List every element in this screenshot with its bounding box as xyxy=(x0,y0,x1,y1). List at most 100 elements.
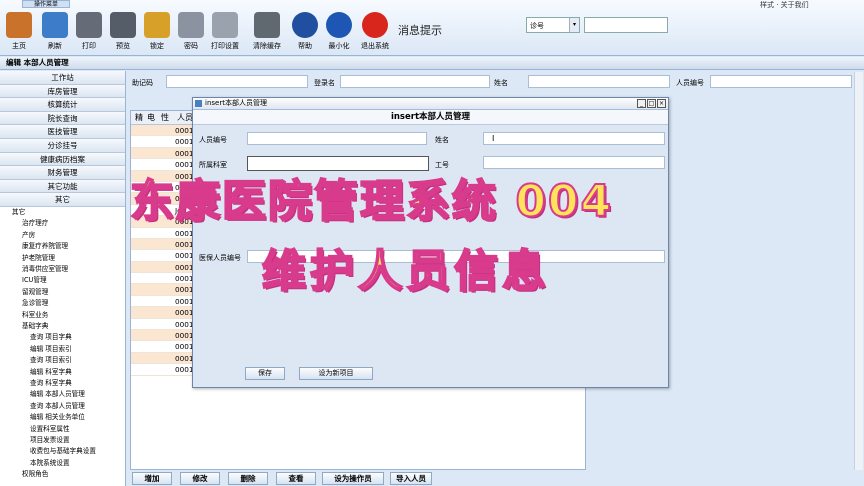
sidebar-nav-item[interactable]: 库房管理 xyxy=(0,84,125,99)
tree-item[interactable]: 护老院管理 xyxy=(12,253,125,264)
tree-item[interactable]: 科室业务 xyxy=(12,310,125,321)
action-button[interactable]: 导入人员 xyxy=(390,472,432,485)
tree-item[interactable]: 编辑 相关业务单位 xyxy=(12,412,125,423)
search-type-select[interactable]: 诊号 ▾ xyxy=(526,17,580,33)
mnemonic-input[interactable] xyxy=(166,75,308,88)
sidebar-nav-item[interactable]: 工作站 xyxy=(0,71,125,85)
dialog-caption-text: insert本部人员管理 xyxy=(205,99,267,107)
printer-icon xyxy=(76,12,102,38)
toolbar-button-label: 清除缓存 xyxy=(253,42,281,50)
tree-item[interactable]: 收费包与基础字典设置 xyxy=(12,446,125,457)
tree-item[interactable]: 康复疗养院管理 xyxy=(12,241,125,252)
staff-no-input[interactable] xyxy=(710,75,852,88)
sidebar-nav-item[interactable]: 其它 xyxy=(0,193,125,207)
tree-item[interactable]: 查询 本部人员管理 xyxy=(12,401,125,412)
insurance-no-label: 医保人员编号 xyxy=(199,254,241,262)
app-icon xyxy=(195,100,202,107)
sidebar-nav-item[interactable]: 医技管理 xyxy=(0,125,125,139)
sidebar-nav-item[interactable]: 健康病历档案 xyxy=(0,152,125,167)
table-cell: 0001 xyxy=(175,137,194,147)
tree-item[interactable]: 编辑 项目索引 xyxy=(12,344,125,355)
message-hint[interactable]: 消息提示 xyxy=(398,22,442,38)
maximize-icon[interactable]: □ xyxy=(647,99,656,108)
tree-item[interactable]: ICU管理 xyxy=(12,275,125,286)
watermark-title: 东康医院管理系统 004 xyxy=(129,175,614,228)
close-icon[interactable]: × xyxy=(657,99,666,108)
table-cell: 0001 xyxy=(175,296,194,306)
menu-tab[interactable]: 操作菜单 xyxy=(22,0,70,8)
name-label: 姓名 xyxy=(494,79,508,87)
action-bar: 增加 修改 删除 查看 设为操作员 导入人员 xyxy=(128,471,864,486)
tree-item[interactable]: 查询 项目索引 xyxy=(12,355,125,366)
toolbar-button-8[interactable]: 帮助 xyxy=(288,10,322,54)
table-cell: 0001 xyxy=(175,126,194,135)
tree-item[interactable]: 设置科室属性 xyxy=(12,424,125,435)
tree-item[interactable]: 基础字典 xyxy=(12,321,125,332)
tree-item[interactable]: 本院系统设置 xyxy=(12,458,125,469)
action-button[interactable]: 修改 xyxy=(180,472,220,485)
name-input[interactable] xyxy=(528,75,670,88)
column-header[interactable]: 性 xyxy=(161,111,169,124)
table-cell: 0001 xyxy=(175,239,194,249)
column-header[interactable]: 人员 xyxy=(177,111,193,124)
tree-item[interactable]: 其它 xyxy=(12,207,125,218)
toolbar-button-0[interactable]: 主页 xyxy=(2,10,36,54)
sidebar-nav-item[interactable]: 财务管理 xyxy=(0,166,125,180)
tree-item[interactable]: 权限角色 xyxy=(12,469,125,480)
staff-no-label: 人员编号 xyxy=(676,79,704,87)
refresh-icon xyxy=(42,12,68,38)
tree-item[interactable]: 急诊管理 xyxy=(12,298,125,309)
toolbar-button-label: 主页 xyxy=(12,42,26,50)
job-no-field[interactable] xyxy=(483,156,665,169)
tree-item[interactable]: 消毒供应室管理 xyxy=(12,264,125,275)
tree-item[interactable]: 项目发票设置 xyxy=(12,435,125,446)
action-button[interactable]: 设为操作员 xyxy=(322,472,384,485)
column-header[interactable]: 精 xyxy=(135,111,143,124)
toolbar-button-label: 打印 xyxy=(82,42,96,50)
watermark-subtitle: 维护人员信息 xyxy=(261,245,550,298)
toolbar-button-3[interactable]: 预览 xyxy=(106,10,140,54)
name-label: 姓名 xyxy=(435,136,449,144)
key-icon xyxy=(178,12,204,38)
chevron-down-icon[interactable]: ▾ xyxy=(569,18,579,32)
window-title: 编辑 本部人员管理 xyxy=(0,57,864,70)
sidebar-nav-item[interactable]: 分诊挂号 xyxy=(0,138,125,153)
toolbar-button-4[interactable]: 锁定 xyxy=(140,10,174,54)
tree-item[interactable]: 治疗理疗 xyxy=(12,218,125,229)
action-button[interactable]: 增加 xyxy=(132,472,172,485)
tree-item[interactable]: 产房 xyxy=(12,230,125,241)
toolbar-button-1[interactable]: 刷新 xyxy=(38,10,72,54)
toolbar-button-6[interactable]: 打印设置 xyxy=(208,10,242,54)
toolbar-button-label: 退出系统 xyxy=(361,42,389,50)
column-header[interactable]: 电 xyxy=(147,111,155,124)
dept-field[interactable] xyxy=(247,156,429,171)
save-button[interactable]: 保存 xyxy=(245,367,285,380)
toolbar-button-9[interactable]: 最小化 xyxy=(322,10,356,54)
staff-no-field[interactable] xyxy=(247,132,427,145)
window-title-text: 编辑 本部人员管理 xyxy=(6,58,69,67)
toolbar-button-label: 预览 xyxy=(116,42,130,50)
toolbar-button-2[interactable]: 打印 xyxy=(72,10,106,54)
search-input[interactable] xyxy=(584,17,668,33)
name-field[interactable]: I xyxy=(483,132,665,145)
tree-item[interactable]: 编辑 本部人员管理 xyxy=(12,389,125,400)
vertical-scrollbar[interactable] xyxy=(854,72,863,470)
toolbar-button-10[interactable]: 退出系统 xyxy=(358,10,392,54)
tree-item[interactable]: 编辑 科室字典 xyxy=(12,367,125,378)
action-button[interactable]: 删除 xyxy=(228,472,268,485)
toolbar-button-7[interactable]: 清除缓存 xyxy=(250,10,284,54)
action-button[interactable]: 查看 xyxy=(276,472,316,485)
sidebar-nav-item[interactable]: 其它功能 xyxy=(0,179,125,194)
set-new-button[interactable]: 设为新项目 xyxy=(299,367,373,380)
minimize-icon[interactable]: _ xyxy=(637,99,646,108)
tree-item[interactable]: 留观管理 xyxy=(12,287,125,298)
sidebar-nav-item[interactable]: 院长查询 xyxy=(0,111,125,126)
insert-dialog: insert本部人员管理 _ □ × insert本部人员管理 人员编号 姓名 … xyxy=(192,97,669,388)
login-input[interactable] xyxy=(340,75,490,88)
tree-item[interactable]: 查询 项目字典 xyxy=(12,332,125,343)
sidebar-nav-item[interactable]: 核算统计 xyxy=(0,98,125,112)
toolbar-button-label: 打印设置 xyxy=(211,42,239,50)
top-right-links[interactable]: 样式 · 关于我们 xyxy=(760,0,809,10)
tree-item[interactable]: 查询 科室字典 xyxy=(12,378,125,389)
toolbar-button-5[interactable]: 密码 xyxy=(174,10,208,54)
